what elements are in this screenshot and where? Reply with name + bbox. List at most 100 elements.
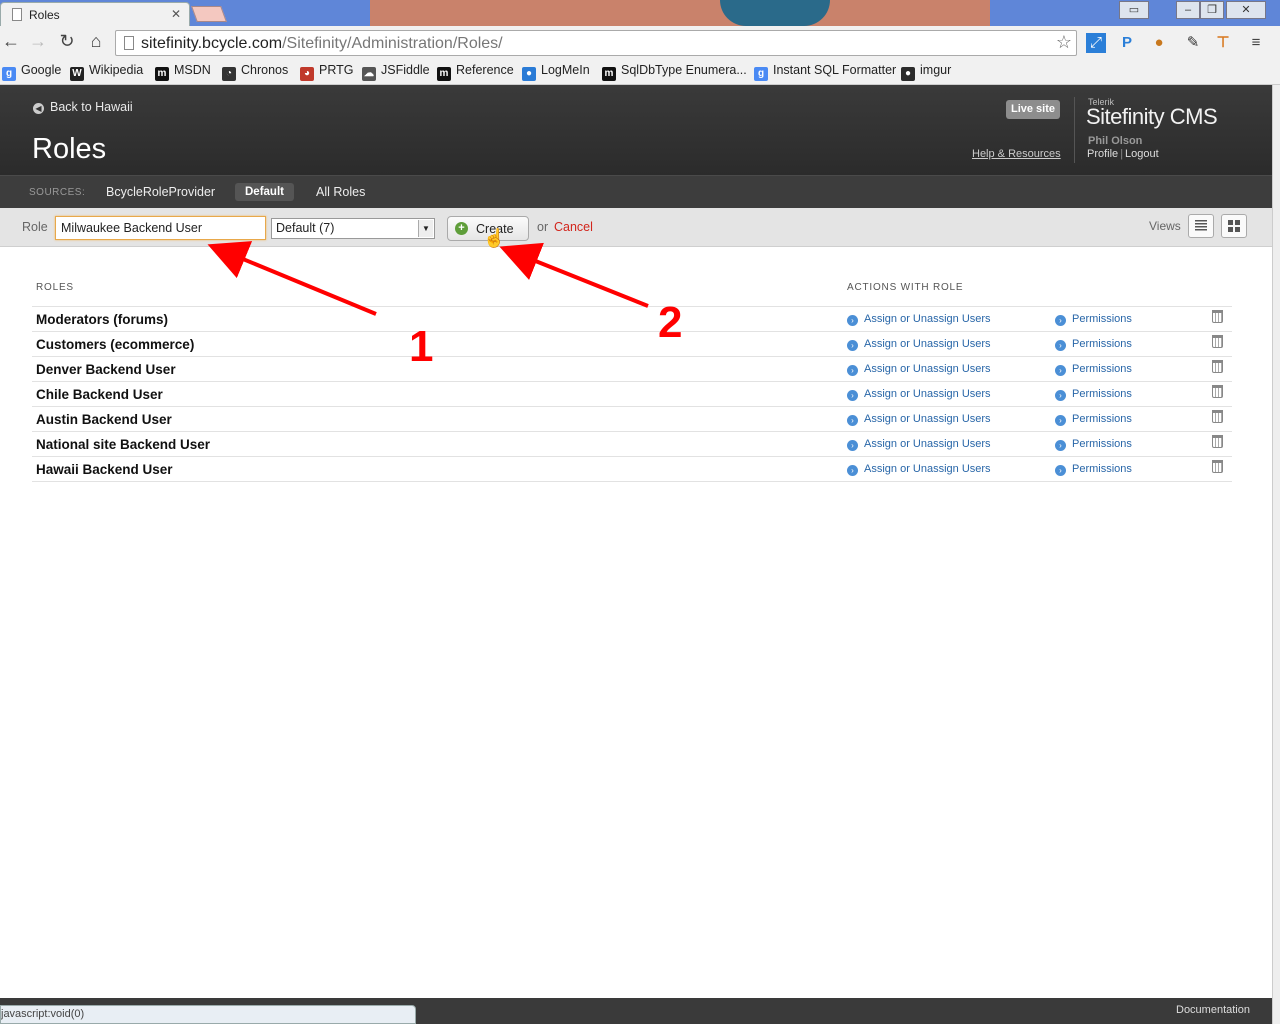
new-tab-button[interactable] — [191, 6, 227, 22]
trash-icon[interactable] — [1212, 460, 1223, 473]
chevron-down-icon[interactable]: ▼ — [418, 220, 433, 237]
bookmark-7[interactable]: ● LogMeIn — [522, 63, 590, 81]
source-bcycle-role-provider[interactable]: BcycleRoleProvider — [106, 185, 215, 199]
sources-bar: SOURCES: BcycleRoleProvider Default All … — [0, 175, 1272, 208]
role-name[interactable]: Denver Backend User — [36, 362, 176, 377]
close-window-button[interactable]: ✕ — [1226, 1, 1266, 19]
role-name-input[interactable] — [55, 216, 266, 240]
permissions-link[interactable]: › Permissions — [1055, 413, 1132, 426]
back-arrow-icon[interactable]: ← — [0, 31, 22, 52]
documentation-link[interactable]: Documentation — [1176, 1004, 1250, 1016]
restore-button[interactable]: ❐ — [1200, 1, 1224, 19]
bookmark-0[interactable]: g Google — [2, 63, 61, 81]
forward-arrow-icon[interactable]: → — [27, 31, 49, 52]
trash-icon[interactable] — [1212, 410, 1223, 423]
permissions-link[interactable]: › Permissions — [1055, 363, 1132, 376]
msdn-icon: m — [155, 67, 169, 81]
trash-icon[interactable] — [1212, 360, 1223, 373]
assign-users-link[interactable]: › Assign or Unassign Users — [847, 438, 991, 451]
table-row: National site Backend User › Assign or Una… — [32, 432, 1232, 457]
permissions-link[interactable]: › Permissions — [1055, 388, 1132, 401]
home-icon[interactable]: ⌂ — [85, 31, 107, 52]
role-name[interactable]: Chile Backend User — [36, 387, 163, 402]
assign-users-link[interactable]: › Assign or Unassign Users — [847, 338, 991, 351]
desktop-background-shape — [720, 0, 830, 26]
assign-users-link[interactable]: › Assign or Unassign Users — [847, 363, 991, 376]
provider-select[interactable]: Default (7) ▼ — [271, 218, 435, 239]
bookmark-3[interactable]: ◔ Chronos — [222, 63, 288, 81]
bookmark-9[interactable]: g Instant SQL Formatter — [754, 63, 896, 81]
assign-users-link[interactable]: › Assign or Unassign Users — [847, 388, 991, 401]
jsfiddle-icon: ☁ — [362, 67, 376, 81]
extension-p-icon[interactable]: P — [1117, 33, 1137, 53]
address-bar[interactable]: sitefinity.bcycle.com/Sitefinity/Adminis… — [115, 30, 1077, 56]
bookmark-6[interactable]: m Reference — [437, 63, 514, 81]
bookmark-4[interactable]: ◕ PRTG — [300, 63, 354, 81]
help-resources-link[interactable]: Help & Resources — [972, 148, 1061, 160]
cancel-link[interactable]: Cancel — [554, 220, 593, 234]
trash-icon[interactable] — [1212, 310, 1223, 323]
permissions-link[interactable]: › Permissions — [1055, 338, 1132, 351]
role-name[interactable]: Moderators (forums) — [36, 312, 168, 327]
browser-tab[interactable]: Roles ✕ — [0, 2, 190, 26]
google-icon: g — [2, 67, 16, 81]
role-name[interactable]: Austin Backend User — [36, 412, 172, 427]
profile-link[interactable]: Profile — [1087, 148, 1118, 160]
or-text: or — [537, 220, 549, 234]
logout-link[interactable]: Logout — [1125, 148, 1159, 160]
arrow-right-circle-icon: › — [1055, 390, 1066, 401]
header-divider — [1074, 97, 1075, 163]
assign-users-link[interactable]: › Assign or Unassign Users — [847, 413, 991, 426]
permissions-link[interactable]: › Permissions — [1055, 313, 1132, 326]
trash-icon[interactable] — [1212, 335, 1223, 348]
column-header-actions: ACTIONS WITH ROLE — [847, 282, 964, 293]
page-title: Roles — [32, 133, 107, 165]
role-name[interactable]: Customers (ecommerce) — [36, 337, 194, 352]
live-site-button[interactable]: Live site — [1006, 100, 1060, 119]
source-all-roles[interactable]: All Roles — [316, 185, 365, 199]
bookmark-label: Google — [21, 63, 62, 77]
arrow-right-circle-icon: › — [847, 440, 858, 451]
bookmark-5[interactable]: ☁ JSFiddle — [362, 63, 430, 81]
permissions-link[interactable]: › Permissions — [1055, 438, 1132, 451]
minimize-button[interactable]: – — [1176, 1, 1200, 19]
page-info-icon — [124, 36, 134, 50]
bookmark-10[interactable]: ● imgur — [901, 63, 951, 81]
bookmark-1[interactable]: W Wikipedia — [70, 63, 143, 81]
back-link[interactable]: ◀ Back to Hawaii — [33, 100, 133, 114]
bookmark-star-icon[interactable]: ☆ — [1056, 32, 1072, 53]
permissions-link[interactable]: › Permissions — [1055, 463, 1132, 476]
source-default[interactable]: Default — [235, 183, 294, 201]
extension-t-icon[interactable]: ⊤ — [1213, 33, 1233, 53]
table-row: Hawaii Backend User › Assign or Unassign U… — [32, 457, 1232, 482]
page-scrollbar[interactable] — [1272, 85, 1280, 1024]
bookmark-2[interactable]: m MSDN — [155, 63, 211, 81]
tab-close-icon[interactable]: ✕ — [171, 7, 181, 21]
arrow-right-circle-icon: › — [1055, 315, 1066, 326]
list-view-button[interactable] — [1188, 214, 1214, 238]
extension-pen-icon[interactable]: ✎ — [1183, 33, 1203, 53]
reload-icon[interactable]: ↻ — [56, 31, 78, 52]
arrow-right-circle-icon: › — [1055, 340, 1066, 351]
extension-expand-icon[interactable]: ⤢ — [1086, 33, 1106, 53]
role-name[interactable]: National site Backend User — [36, 437, 210, 452]
extension-cookie-icon[interactable]: ● — [1149, 33, 1169, 53]
url-path: /Sitefinity/Administration/Roles/ — [282, 35, 503, 52]
menu-icon[interactable]: ≡ — [1246, 33, 1266, 53]
trash-icon[interactable] — [1212, 435, 1223, 448]
arrow-right-circle-icon: › — [847, 465, 858, 476]
bookmark-label: Reference — [456, 63, 514, 77]
back-circle-icon: ◀ — [33, 103, 44, 114]
bookmark-label: JSFiddle — [381, 63, 430, 77]
desktop-background — [370, 0, 990, 26]
trash-icon[interactable] — [1212, 385, 1223, 398]
views-label: Views — [1149, 219, 1181, 233]
arrow-right-circle-icon: › — [847, 315, 858, 326]
assign-users-link[interactable]: › Assign or Unassign Users — [847, 313, 991, 326]
role-name[interactable]: Hawaii Backend User — [36, 462, 173, 477]
window-menu-button[interactable]: ▭ — [1119, 1, 1149, 19]
grid-view-button[interactable] — [1221, 214, 1247, 238]
assign-users-link[interactable]: › Assign or Unassign Users — [847, 463, 991, 476]
bookmark-label: LogMeIn — [541, 63, 590, 77]
bookmark-8[interactable]: m SqlDbType Enumera... — [602, 63, 747, 81]
